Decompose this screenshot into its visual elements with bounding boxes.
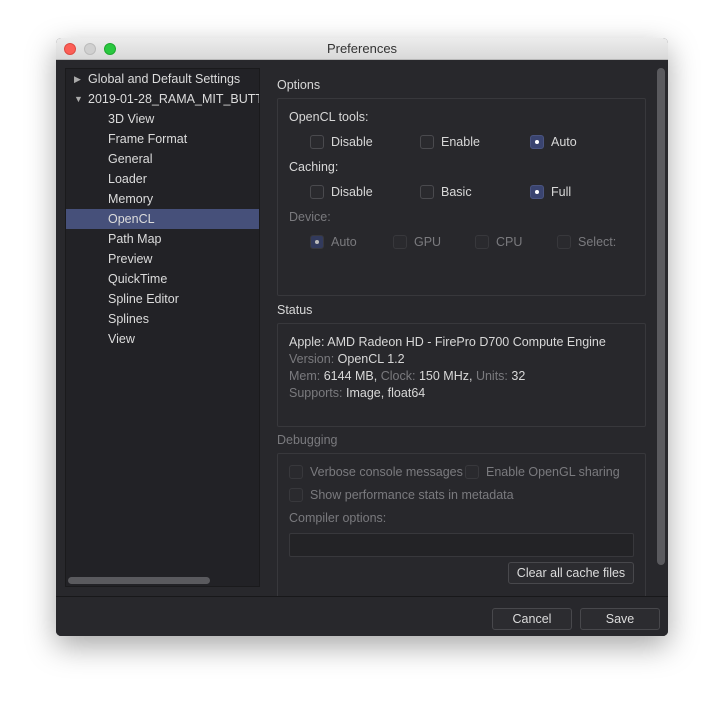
options-heading: Options xyxy=(277,78,321,92)
close-button[interactable] xyxy=(64,43,76,55)
window-title: Preferences xyxy=(326,41,398,56)
opencl-tools-label: OpenCL tools: xyxy=(289,110,369,124)
sidebar-item-opencl[interactable]: OpenCL xyxy=(66,209,259,229)
sidebar-item-frame-format[interactable]: Frame Format xyxy=(66,129,259,149)
supports-line: Supports: Image, float64 xyxy=(289,386,426,400)
sidebar-item-splines[interactable]: Splines xyxy=(66,309,259,329)
version-line: Version: OpenCL 1.2 xyxy=(289,352,405,366)
preferences-window: Preferences ▶ Global and Default Settings… xyxy=(56,38,668,636)
sidebar-item-memory[interactable]: Memory xyxy=(66,189,259,209)
compiler-options-label: Compiler options: xyxy=(289,511,387,525)
device-label: Device: xyxy=(289,210,331,224)
sidebar-item-general[interactable]: General xyxy=(66,149,259,169)
mem-line: Mem: 6144 MB, Clock: 150 MHz, Units: 32 xyxy=(289,369,526,383)
debugging-heading: Debugging xyxy=(277,433,338,447)
save-button[interactable]: Save xyxy=(580,608,660,630)
content-vertical-scrollbar[interactable] xyxy=(657,68,665,565)
collapse-arrow-icon[interactable]: ▼ xyxy=(74,89,83,109)
sidebar-item-3d-view[interactable]: 3D View xyxy=(66,109,259,129)
compiler-options-input[interactable] xyxy=(289,533,634,557)
sidebar-item-quicktime[interactable]: QuickTime xyxy=(66,269,259,289)
expand-arrow-icon[interactable]: ▶ xyxy=(74,69,81,89)
title-bar: Preferences xyxy=(56,38,668,60)
sidebar-item-preview[interactable]: Preview xyxy=(66,249,259,269)
device-name: Apple: AMD Radeon HD - FirePro D700 Comp… xyxy=(289,335,606,349)
sidebar-item-view[interactable]: View xyxy=(66,329,259,349)
tree-item-project[interactable]: ▼2019-01-28_RAMA_MIT_BUTTER xyxy=(66,89,259,109)
sidebar-item-path-map[interactable]: Path Map xyxy=(66,229,259,249)
footer-bar: Cancel Save xyxy=(56,596,668,636)
clear-cache-button[interactable]: Clear all cache files xyxy=(508,562,634,584)
tree-item-global[interactable]: ▶ Global and Default Settings xyxy=(66,69,259,89)
cancel-button[interactable]: Cancel xyxy=(492,608,572,630)
zoom-button[interactable] xyxy=(104,43,116,55)
sidebar-tree: ▶ Global and Default Settings ▼ 2019-01-28… xyxy=(65,68,260,587)
sidebar-item-spline-editor[interactable]: Spline Editor xyxy=(66,289,259,309)
caching-label: Caching: xyxy=(289,160,339,174)
sidebar-item-loader[interactable]: Loader xyxy=(66,169,259,189)
sidebar-horizontal-scrollbar[interactable] xyxy=(68,577,210,584)
minimize-button[interactable] xyxy=(84,43,96,55)
status-heading: Status xyxy=(277,303,313,317)
